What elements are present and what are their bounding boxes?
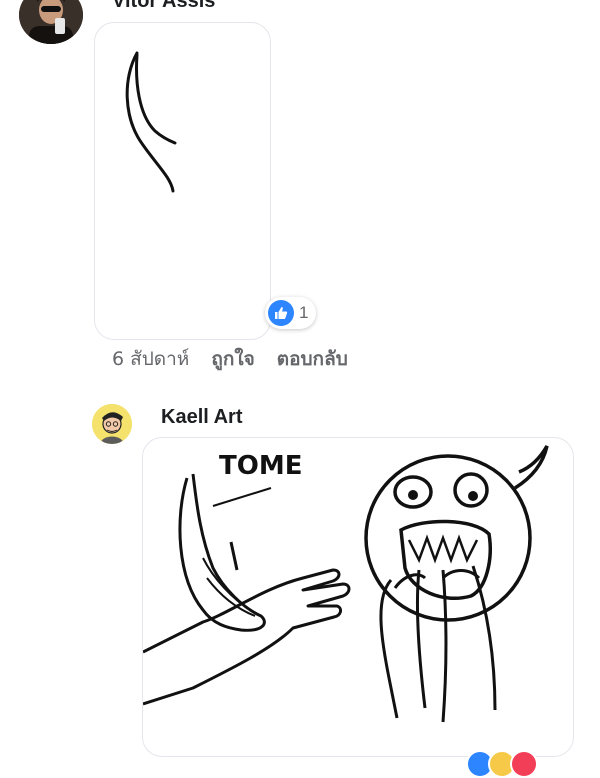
comment-author-name[interactable]: Kaell Art <box>161 406 243 429</box>
avatar[interactable] <box>92 404 132 444</box>
comment-author-name[interactable]: Vitor Assis <box>112 0 215 13</box>
reaction-summary[interactable]: 1 <box>265 297 317 329</box>
sticker-card[interactable] <box>94 22 271 340</box>
reply-button[interactable]: ตอบกลับ <box>277 344 348 374</box>
love-icon <box>510 750 538 778</box>
like-icon <box>268 300 294 326</box>
comment-actions: 6 สัปดาห์ ถูกใจ ตอบกลับ <box>112 344 348 374</box>
reaction-count: 1 <box>299 303 309 322</box>
avatar[interactable] <box>19 0 83 44</box>
drawing-caption: TOME <box>219 451 302 481</box>
drawing-card[interactable]: TOME <box>142 437 574 757</box>
comment-timestamp[interactable]: 6 สัปดาห์ <box>112 344 189 374</box>
meme-drawing: TOME <box>143 445 549 723</box>
horn-sketch <box>125 51 177 193</box>
reaction-icons[interactable] <box>466 750 538 778</box>
like-button[interactable]: ถูกใจ <box>211 344 254 374</box>
